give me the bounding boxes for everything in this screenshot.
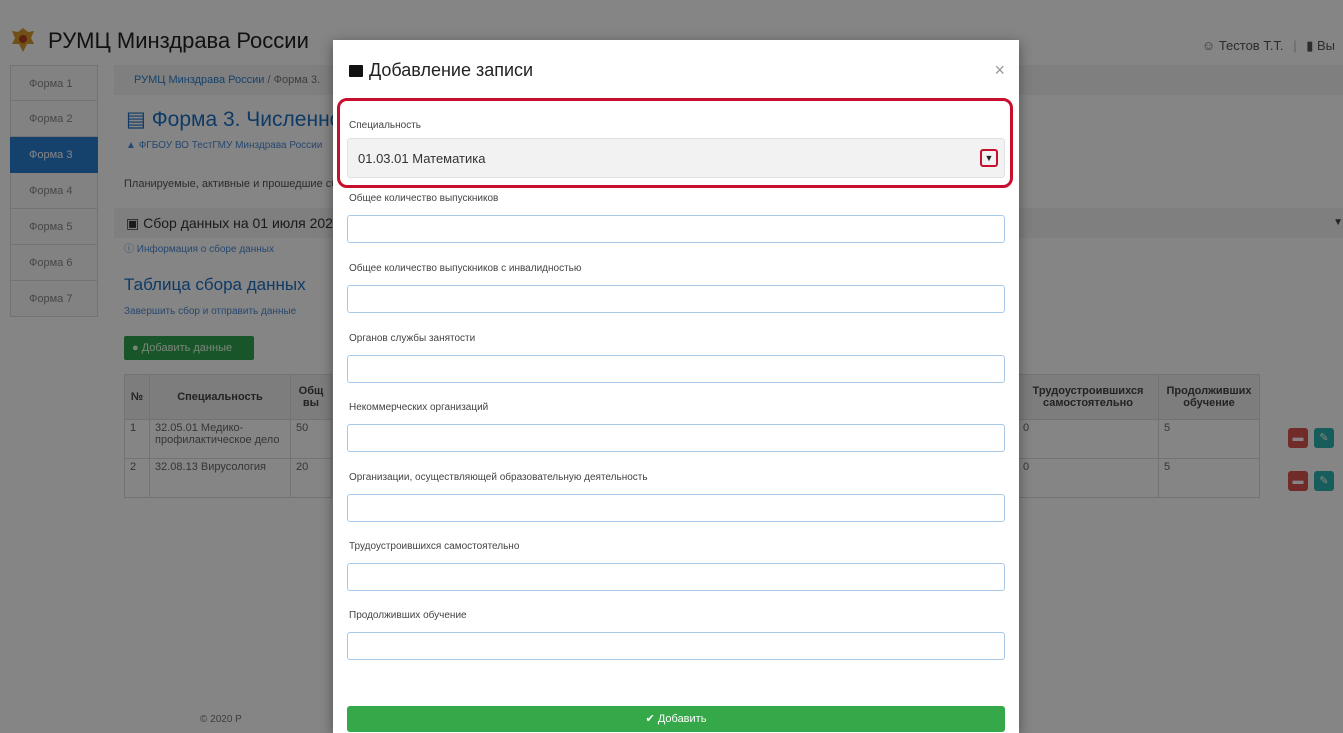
educational-org-input[interactable] — [347, 494, 1005, 522]
folder-icon — [349, 65, 363, 77]
add-record-modal: Добавление записи × Специальность 01.03.… — [333, 40, 1019, 733]
check-icon: ✔ — [645, 713, 655, 725]
self-employed-input[interactable] — [347, 563, 1005, 591]
field-label-continued-study: Продолживших обучение — [349, 610, 467, 621]
field-label-employment-service: Органов службы занятости — [349, 333, 476, 344]
field-label-graduates-disability: Общее количество выпускников с инвалидно… — [349, 263, 582, 274]
add-submit-button[interactable]: ✔ Добавить — [347, 706, 1005, 732]
employment-service-input[interactable] — [347, 355, 1005, 383]
graduates-total-input[interactable] — [347, 215, 1005, 243]
field-label-educational-org: Организации, осуществляющей образователь… — [349, 472, 648, 483]
field-label-nonprofit: Некоммерческих организаций — [349, 402, 489, 413]
specialty-highlight — [337, 98, 1013, 188]
field-label-self-employed: Трудоустроившихся самостоятельно — [349, 541, 520, 552]
close-icon[interactable]: × — [994, 60, 1005, 81]
continued-study-input[interactable] — [347, 632, 1005, 660]
nonprofit-input[interactable] — [347, 424, 1005, 452]
field-label-graduates-total: Общее количество выпускников — [349, 193, 499, 204]
graduates-disability-input[interactable] — [347, 285, 1005, 313]
modal-title: Добавление записи — [349, 60, 533, 81]
